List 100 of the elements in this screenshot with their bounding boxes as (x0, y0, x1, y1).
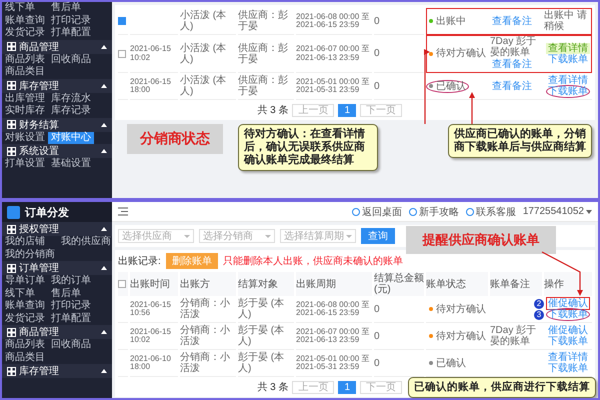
table-cell-text: 彭于晏 (本人) (238, 352, 286, 374)
circle-icon (466, 208, 474, 216)
menu-item[interactable]: 出库管理 (2, 92, 48, 105)
menu-item[interactable]: 线下单 (2, 288, 48, 300)
status-label: 出账中 (426, 14, 469, 28)
annotation-callout: 供应商已确认的账单，分销商下载账单后与供应商结算 (448, 124, 592, 158)
menu-item[interactable]: 实时库存 (2, 105, 48, 118)
remark-text: 7Day 彭于晏的账单 (490, 325, 538, 347)
status-text: 出账中 请稍候 (544, 10, 587, 32)
action-link[interactable]: 催促确认 (546, 297, 590, 310)
table-cell-text: 2021-06-08 00:00 至 2021-06-15 23:59 (296, 300, 370, 318)
table-cell-text: 2021-05-01 00:00 至 2021-05-31 23:59 (296, 354, 370, 372)
menu-section-header[interactable]: 库存管理 (2, 364, 112, 378)
menu-item[interactable]: 发货记录 (2, 27, 48, 40)
menu-item[interactable]: 回收商品 (48, 54, 94, 66)
menu-item[interactable]: 商品类目 (2, 66, 48, 78)
table-cell: 0 (374, 16, 380, 26)
header-link[interactable]: 联系客服 (466, 204, 516, 218)
menu-item[interactable]: 账单查询 (2, 300, 48, 312)
table-cell-text: 小活泼 (本人) (180, 75, 228, 97)
menu-item[interactable]: 打单配置 (48, 27, 94, 40)
annotation-label: 分销商状态 (127, 124, 223, 154)
table-cell: 0 (374, 48, 380, 59)
table-cell: 0 (374, 358, 380, 368)
menu-item[interactable]: 我的分销商 (2, 248, 58, 261)
table-cell-text: 2021-06-07 00:00 至 2021-06-13 23:59 (296, 45, 370, 62)
table-cell-text: 2021-06-10 18:00 (130, 354, 172, 372)
caret-icon (101, 84, 107, 88)
header-link[interactable]: 返回桌面 (352, 204, 402, 218)
menu-icon[interactable] (118, 207, 128, 216)
table-cell-text: 小活泼 (本人) (180, 10, 228, 32)
column-header: 出账周期 (296, 278, 336, 290)
table-cell: 0 (374, 80, 380, 92)
menu-item[interactable]: 导单订单 (2, 275, 48, 288)
menu-item[interactable]: 打单配置 (48, 312, 94, 325)
caret-icon (265, 234, 271, 238)
menu-item[interactable]: 售后单 (48, 2, 94, 14)
menu-item[interactable]: 商品列表 (2, 339, 48, 352)
account-menu[interactable]: 17725541052 (522, 206, 592, 217)
table-cell-text: 2021-06-08 00:00 至 2021-06-15 23:59 (296, 12, 370, 30)
menu-section-header[interactable]: 财务结算 (2, 118, 112, 132)
menu-item[interactable]: 库存流水 (48, 92, 94, 105)
menu-section-header[interactable]: 库存管理 (2, 78, 112, 92)
menu-item[interactable]: 线下单 (2, 2, 48, 14)
menu-item[interactable]: 账单查询 (2, 14, 48, 27)
annotation-callout: 已确认的账单，供应商进行下载结算 (408, 377, 596, 398)
menu-section-header[interactable]: 订单管理 (2, 261, 112, 275)
caret-icon (101, 266, 107, 270)
total-count: 共 3 条 (257, 380, 288, 394)
annotation-label: 提醒供应商确认账单 (406, 226, 556, 254)
header-link[interactable]: 新手攻略 (408, 204, 459, 218)
menu-item[interactable]: 打单设置 (2, 158, 48, 170)
menu-item[interactable]: 商品列表 (2, 54, 48, 66)
menu-item[interactable]: 基础设置 (48, 158, 94, 170)
row-checkbox[interactable] (118, 17, 126, 25)
menu-section-header[interactable]: 商品管理 (2, 40, 112, 54)
table-cell-text: 供应商：彭于晏 (238, 10, 289, 32)
status-label: 待对方确认 (426, 330, 489, 342)
grid-icon (7, 120, 16, 129)
circle-icon (352, 208, 360, 216)
annotation-callout: 待对方确认：在查看详情后，确认无误联系供应商确认账单完成最终结算 (238, 124, 378, 171)
menu-item[interactable]: 我的店铺 (2, 236, 58, 248)
menu-section-header[interactable]: 授权管理 (2, 222, 112, 236)
menu-item[interactable]: 对账设置 (2, 132, 48, 144)
section-label: 出账记录: (118, 254, 161, 268)
table-cell-text: 分销商：小活泼 (180, 352, 231, 374)
grid-icon (7, 146, 16, 156)
table-cell-text: 分销商：小活泼 (180, 298, 231, 320)
hint-text: 只能删除本人出账，供应商未确认的账单 (222, 254, 403, 268)
table-cell-text: 2021-06-07 00:00 至 2021-06-13 23:59 (296, 328, 370, 344)
table-cell-text: 彭于晏 (本人) (238, 298, 286, 320)
step-badge: 2 (534, 299, 544, 309)
menu-item[interactable]: 售后单 (48, 288, 94, 300)
table-cell-text: 供应商：彭于晏 (238, 42, 289, 64)
table-cell-text: 分销商：小活泼 (180, 325, 231, 347)
caret-icon (101, 227, 107, 231)
menu-item[interactable]: 打印记录 (48, 300, 94, 312)
menu-item[interactable]: 商品类目 (2, 352, 48, 364)
annotation-arrow (469, 92, 475, 124)
select-all-checkbox[interactable] (118, 280, 126, 288)
table-cell-text: 2021-06-15 10:56 (130, 300, 172, 318)
menu-item[interactable]: 回收商品 (48, 339, 94, 352)
action-link[interactable]: 催促确认 (546, 324, 590, 337)
menu-item[interactable]: 我的订单 (48, 275, 94, 288)
menu-section-header[interactable]: 商品管理 (2, 325, 112, 339)
caret-icon (184, 234, 190, 238)
status-label: 待对方确认 (426, 302, 489, 316)
menu-item[interactable]: 库存记录 (48, 105, 94, 118)
grid-icon (7, 224, 16, 234)
row-checkbox[interactable] (118, 50, 126, 58)
grid-icon (7, 328, 16, 336)
menu-item[interactable]: 打印记录 (48, 14, 94, 27)
status-label: 已确认 (426, 356, 469, 370)
table-cell-text: 彭于晏 (本人) (238, 325, 286, 347)
menu-item[interactable]: 我的供应商 (58, 236, 114, 248)
column-header: 出账时间 (130, 278, 170, 290)
table-cell-text: 2021-06-15 18:00 (130, 78, 172, 94)
grid-icon (7, 42, 16, 51)
menu-item[interactable]: 发货记录 (2, 312, 48, 325)
menu-section-header[interactable]: 系统设置 (2, 144, 112, 158)
